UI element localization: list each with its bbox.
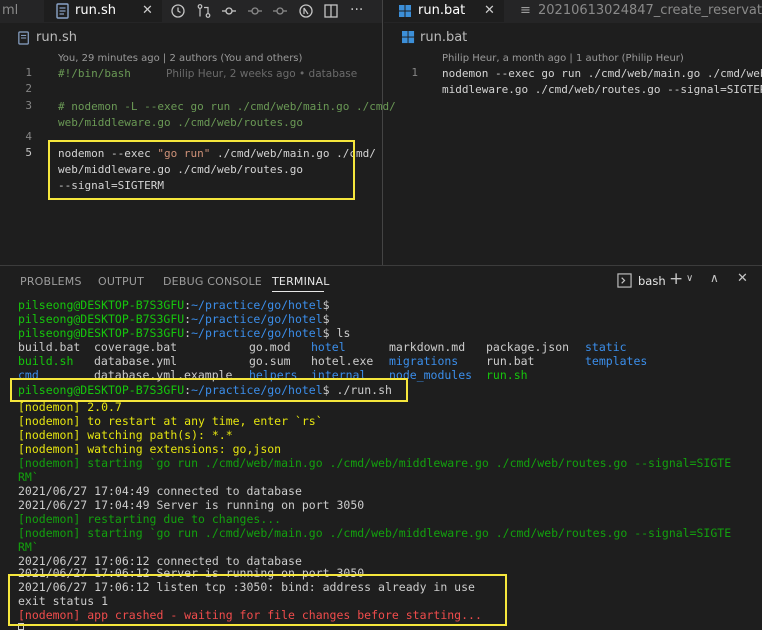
ls-entry: static <box>585 340 627 354</box>
ls-entry: package.json <box>486 340 570 354</box>
code-line-wrap: middleware.go ./cmd/web/routes.go --sign… <box>442 83 762 96</box>
terminal-line: [nodemon] watching path(s): *.* <box>18 428 233 442</box>
highlight-box <box>10 378 408 402</box>
file-lines-icon: ≡ <box>520 3 531 18</box>
line-number: 1 <box>411 66 418 79</box>
ls-entry: hotel.exe <box>311 354 374 369</box>
highlight-box <box>8 574 507 626</box>
prompt-path: ~/practice/go/hotel <box>191 312 323 326</box>
prompt-user: pilseong@DESKTOP-B7S3GFU <box>18 326 185 340</box>
compare-changes-icon[interactable] <box>196 3 212 19</box>
line-number: 5 <box>25 146 32 159</box>
close-icon[interactable]: ✕ <box>484 0 495 22</box>
tab-ml[interactable]: ml <box>0 0 42 22</box>
terminal-line: [nodemon] 2.0.7 <box>18 400 122 414</box>
right-editor[interactable]: run.bat Philip Heur, a month ago | 1 aut… <box>384 22 762 265</box>
ls-entry: markdown.md <box>389 340 466 354</box>
tab-label: run.sh <box>75 3 116 18</box>
ls-entry: database.yml <box>94 354 178 369</box>
terminal-line: pilseong@DESKTOP-B7S3GFU:~/practice/go/h… <box>18 312 330 326</box>
ls-entry: build.sh <box>18 354 74 369</box>
more-actions-icon[interactable]: ··· <box>350 2 363 18</box>
tab-problems[interactable]: PROBLEMS <box>20 275 82 288</box>
maximize-panel-icon[interactable]: ∧ <box>710 271 719 285</box>
inline-blame: Philip Heur, 2 weeks ago • database <box>166 68 358 80</box>
ls-entry: go.sum <box>249 354 291 369</box>
left-tab-bar: ml run.sh ✕ ··· <box>0 0 382 23</box>
prompt-path: ~/practice/go/hotel <box>191 326 323 340</box>
close-panel-icon[interactable]: ✕ <box>737 271 748 286</box>
ls-output: build.bat coverage.bat go.mod hotel mark… <box>18 340 738 383</box>
terminal-line: [nodemon] to restart at any time, enter … <box>18 414 323 428</box>
prompt-user: pilseong@DESKTOP-B7S3GFU <box>18 312 185 326</box>
tab-run-bat[interactable]: run.bat ✕ <box>384 0 504 22</box>
code-line: #!/bin/bash <box>58 67 131 80</box>
terminal-line: 2021/06/27 17:04:49 Server is running on… <box>18 498 365 512</box>
command: ls <box>329 326 351 340</box>
line-number: 3 <box>25 99 32 112</box>
terminal-line: [nodemon] restarting due to changes... <box>18 512 282 526</box>
terminal-icon <box>617 273 632 288</box>
left-editor[interactable]: run.sh You, 29 minutes ago | 2 authors (… <box>0 22 396 265</box>
add-terminal-icon[interactable]: + <box>669 269 683 289</box>
git-commit-icon[interactable] <box>247 3 263 19</box>
right-tab-bar: run.bat ✕ ≡ 20210613024847_create_reserv… <box>384 0 762 23</box>
ls-entry: build.bat <box>18 340 81 354</box>
code-line: # nodemon -L --exec go run ./cmd/web/mai… <box>58 100 396 113</box>
blame-header[interactable]: You, 29 minutes ago | 2 authors (You and… <box>58 53 302 64</box>
tab-run-sh[interactable]: run.sh ✕ <box>44 0 162 22</box>
windows-icon <box>399 5 411 17</box>
prompt-user: pilseong@DESKTOP-B7S3GFU <box>18 298 185 312</box>
terminal-line: pilseong@DESKTOP-B7S3GFU:~/practice/go/h… <box>18 298 330 312</box>
panel-tab-bar: PROBLEMS OUTPUT DEBUG CONSOLE TERMINAL b… <box>0 265 762 296</box>
ls-entry: run.bat <box>486 354 535 369</box>
active-tab-underline <box>272 291 324 292</box>
breadcrumb[interactable]: run.bat <box>420 28 467 48</box>
file-icon <box>56 3 69 19</box>
line-number: 1 <box>25 66 32 79</box>
split-editor-icon[interactable] <box>323 3 339 19</box>
ls-entry: hotel <box>311 340 346 354</box>
ls-entry: coverage.bat <box>94 340 178 354</box>
tab-debug-console[interactable]: DEBUG CONSOLE <box>163 275 262 288</box>
ls-entry: migrations <box>389 354 459 369</box>
open-changes-icon[interactable] <box>298 3 314 19</box>
close-icon[interactable]: ✕ <box>142 0 153 22</box>
git-commit-previous-icon[interactable] <box>221 3 237 19</box>
editor-split-divider[interactable] <box>382 0 383 265</box>
git-commit-next-icon[interactable] <box>272 3 288 19</box>
code-line: nodemon --exec go run ./cmd/web/main.go … <box>442 67 762 80</box>
terminal-line: RM` <box>18 540 39 554</box>
ls-entry: go.mod <box>249 340 291 354</box>
tab-output[interactable]: OUTPUT <box>98 275 144 288</box>
tab-label: run.bat <box>418 3 466 18</box>
prompt-path: ~/practice/go/hotel <box>191 298 323 312</box>
history-icon[interactable] <box>170 3 186 19</box>
terminal[interactable]: pilseong@DESKTOP-B7S3GFU:~/practice/go/h… <box>0 295 762 630</box>
windows-icon <box>402 31 415 44</box>
terminal-line: 2021/06/27 17:04:49 connected to databas… <box>18 484 302 498</box>
line-number: 2 <box>25 82 32 95</box>
terminal-line: pilseong@DESKTOP-B7S3GFU:~/practice/go/h… <box>18 326 351 340</box>
terminal-line: RM` <box>18 470 39 484</box>
ls-entry: run.sh <box>486 368 528 383</box>
line-number: 4 <box>25 130 32 143</box>
terminal-line: [nodemon] watching extensions: go,json <box>18 442 282 456</box>
terminal-line: [nodemon] starting `go run ./cmd/web/mai… <box>18 456 732 470</box>
terminal-line: [nodemon] starting `go run ./cmd/web/mai… <box>18 526 732 540</box>
blame-header[interactable]: Philip Heur, a month ago | 1 author (Phi… <box>442 53 684 64</box>
tab-terminal[interactable]: TERMINAL <box>272 275 330 288</box>
file-icon <box>18 31 29 45</box>
code-line-wrap: web/middleware.go ./cmd/web/routes.go <box>58 116 304 129</box>
chevron-down-icon[interactable]: ∨ <box>686 273 693 284</box>
tab-create-reservation[interactable]: ≡ 20210613024847_create_reservat <box>506 0 762 22</box>
highlight-box <box>48 140 355 200</box>
ls-entry: templates <box>585 354 648 369</box>
tab-label: ml <box>2 3 19 18</box>
shell-name: bash <box>638 274 666 288</box>
breadcrumb[interactable]: run.sh <box>36 28 77 48</box>
tab-label: 20210613024847_create_reservat <box>538 3 762 18</box>
